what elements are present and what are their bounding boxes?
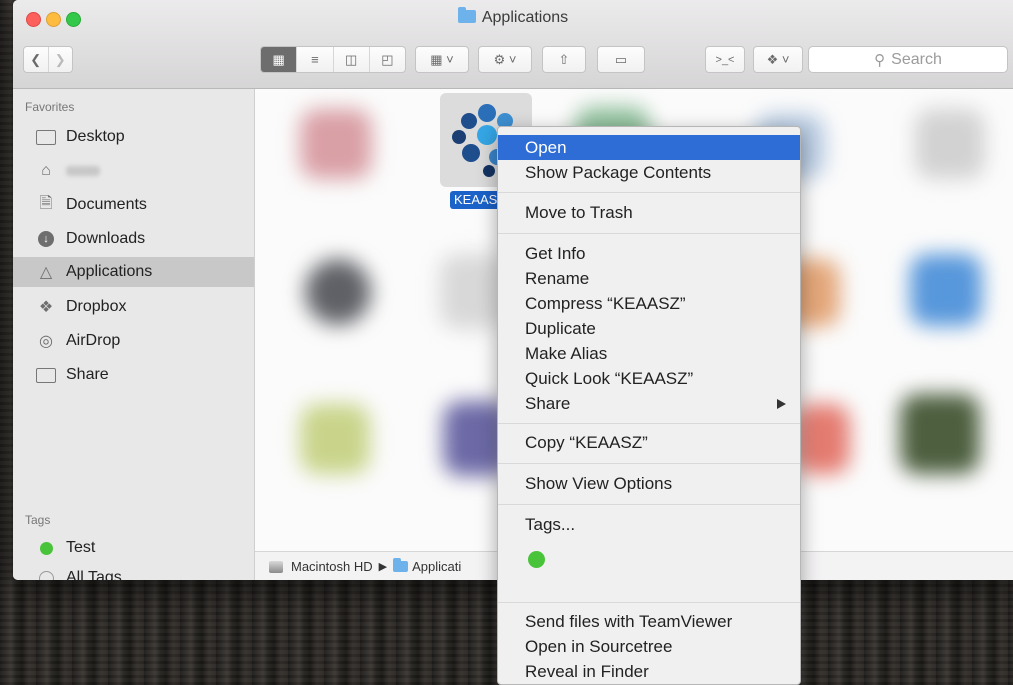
arrange-button[interactable]: ▦ ˅ <box>415 46 469 73</box>
green-tag-icon[interactable] <box>528 551 545 568</box>
blurred-app-icon[interactable] <box>795 404 850 474</box>
tags-heading: Tags <box>25 513 51 527</box>
menu-item-reveal-in-finder[interactable]: Reveal in Finder <box>498 659 800 684</box>
menu-item-make-alias[interactable]: Make Alias <box>498 341 800 366</box>
menu-separator <box>498 233 800 234</box>
dropbox-toolbar-button[interactable]: ❖ ˅ <box>753 46 803 73</box>
action-button[interactable]: ⚙ ˅ <box>478 46 532 73</box>
sidebar-item-dropbox[interactable]: ❖ Dropbox <box>13 292 254 322</box>
menu-item-show-package-contents[interactable]: Show Package Contents <box>498 160 800 185</box>
list-icon: ≡ <box>311 52 319 67</box>
blurred-app-icon[interactable] <box>305 259 371 325</box>
menu-separator <box>498 463 800 464</box>
selected-app-name[interactable]: KEAASZ <box>450 191 500 209</box>
terminal-button[interactable]: >_< <box>705 46 745 73</box>
path-segment-macintosh-hd[interactable]: Macintosh HD <box>291 559 373 574</box>
blurred-app-icon[interactable] <box>300 404 370 474</box>
sidebar-item-applications[interactable]: △ Applications <box>13 257 254 287</box>
applications-folder-icon <box>457 7 476 23</box>
submenu-arrow-icon <box>777 399 786 409</box>
window-title: Applications <box>13 7 1013 27</box>
hard-drive-icon <box>269 560 283 573</box>
green-tag-dot-icon <box>35 538 57 558</box>
blurred-app-icon[interactable] <box>900 394 980 474</box>
menu-separator <box>498 423 800 424</box>
applications-icon: △ <box>39 264 53 281</box>
tag-icon: ▭ <box>614 51 628 67</box>
arrange-icon: ▦ ˅ <box>430 51 454 67</box>
menu-separator <box>498 602 800 603</box>
view-mode-control: ▦ ≡ ◫ ◰ <box>260 46 406 73</box>
favorites-heading: Favorites <box>25 100 75 114</box>
share-icon: ⇧ <box>558 51 570 67</box>
menu-item-show-view-options[interactable]: Show View Options <box>498 471 800 496</box>
menu-item-compress[interactable]: Compress “KEAASZ” <box>498 291 800 316</box>
coverflow-icon: ◰ <box>381 51 394 67</box>
columns-icon: ◫ <box>344 51 358 67</box>
menu-item-share[interactable]: Share <box>498 391 800 416</box>
menu-separator <box>498 504 800 505</box>
back-forward-control: ❮ ❯ <box>23 46 73 73</box>
sidebar-tag-test[interactable]: Test <box>13 533 254 563</box>
sidebar: Favorites Desktop ⌂ 🗎 Documents ↓ Downlo… <box>13 89 255 580</box>
menu-separator <box>498 192 800 193</box>
sidebar-item-desktop[interactable]: Desktop <box>13 122 254 152</box>
sidebar-item-airdrop[interactable]: ◎ AirDrop <box>13 326 254 356</box>
blurred-app-icon[interactable] <box>440 254 505 329</box>
column-view-button[interactable]: ◫ <box>334 47 370 72</box>
menu-item-open-sourcetree[interactable]: Open in Sourcetree <box>498 634 800 659</box>
sidebar-tag-all-tags[interactable]: All Tags <box>13 563 254 580</box>
blurred-app-icon[interactable] <box>915 109 985 179</box>
gear-icon: ⚙ ˅ <box>493 51 517 67</box>
list-view-button[interactable]: ≡ <box>297 47 334 72</box>
menu-item-rename[interactable]: Rename <box>498 266 800 291</box>
forward-button[interactable]: ❯ <box>49 47 73 72</box>
blurred-username <box>66 166 100 176</box>
sidebar-item-downloads[interactable]: ↓ Downloads <box>13 224 254 254</box>
chevron-right-icon: ❯ <box>54 51 66 67</box>
downloads-icon: ↓ <box>35 229 57 249</box>
applications-folder-icon <box>393 558 409 572</box>
context-menu: Open Show Package Contents Move to Trash… <box>497 126 801 685</box>
sidebar-item-share[interactable]: Share <box>13 360 254 390</box>
menu-item-tags[interactable]: Tags... <box>498 512 800 537</box>
dropbox-icon: ❖ ˅ <box>766 51 790 67</box>
grid-icon: ▦ <box>272 51 285 67</box>
all-tags-icon <box>35 568 57 580</box>
menu-item-quick-look[interactable]: Quick Look “KEAASZ” <box>498 366 800 391</box>
search-icon: ⚲ <box>874 51 886 69</box>
icon-view-button[interactable]: ▦ <box>261 47 298 72</box>
documents-icon: 🗎 <box>39 194 53 212</box>
sidebar-item-documents[interactable]: 🗎 Documents <box>13 190 254 220</box>
menu-item-move-to-trash[interactable]: Move to Trash <box>498 200 800 225</box>
airdrop-icon: ◎ <box>39 333 53 350</box>
desktop-icon <box>35 127 57 147</box>
blurred-app-icon[interactable] <box>300 109 372 179</box>
path-chevron-icon: ▶ <box>378 561 388 573</box>
menu-item-send-teamviewer[interactable]: Send files with TeamViewer <box>498 609 800 634</box>
search-field[interactable]: ⚲ Search <box>808 46 1008 73</box>
coverflow-view-button[interactable]: ◰ <box>370 47 405 72</box>
search-placeholder: Search <box>891 50 942 68</box>
path-segment-applications[interactable]: Applicati <box>412 559 461 574</box>
back-button[interactable]: ❮ <box>24 47 49 72</box>
dropbox-icon: ❖ <box>38 299 54 316</box>
chevron-left-icon: ❮ <box>30 51 42 67</box>
folder-icon <box>35 365 57 385</box>
home-icon: ⌂ <box>41 162 51 179</box>
terminal-icon: >_< <box>715 53 735 66</box>
menu-item-copy[interactable]: Copy “KEAASZ” <box>498 430 800 455</box>
menu-item-open[interactable]: Open <box>498 135 800 160</box>
tags-button[interactable]: ▭ <box>597 46 645 73</box>
menu-item-get-info[interactable]: Get Info <box>498 241 800 266</box>
blurred-app-icon[interactable] <box>910 254 982 326</box>
share-button[interactable]: ⇧ <box>542 46 586 73</box>
titlebar: Applications ❮ ❯ ▦ ≡ ◫ ◰ ▦ ˅ ⚙ ˅ ⇧ ▭ >_<… <box>13 0 1013 89</box>
menu-item-duplicate[interactable]: Duplicate <box>498 316 800 341</box>
sidebar-item-home[interactable]: ⌂ <box>13 156 254 186</box>
